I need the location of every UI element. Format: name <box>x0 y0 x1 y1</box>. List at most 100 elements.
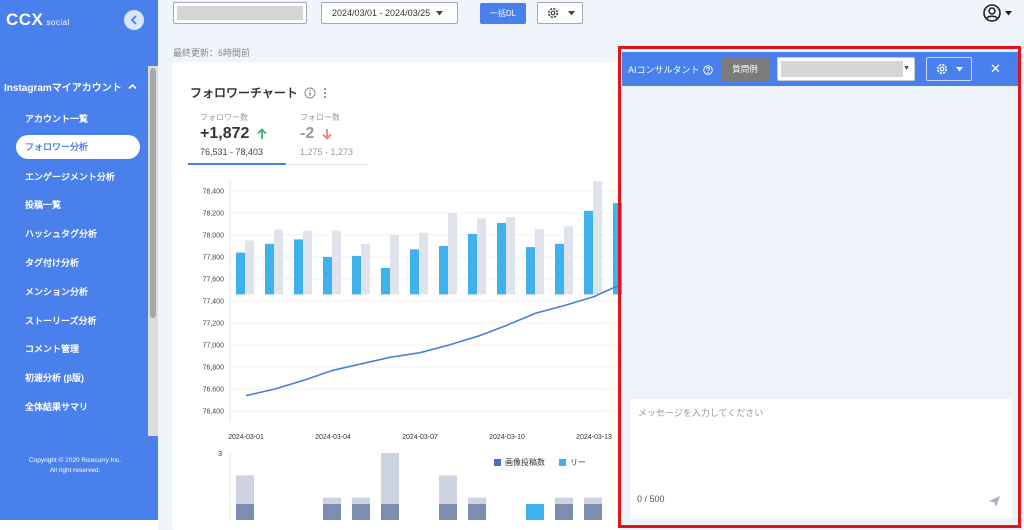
bar-primary <box>584 210 593 295</box>
metric-label: フォロー数 <box>300 113 340 122</box>
follower-line <box>245 282 622 397</box>
bar-secondary <box>448 213 457 295</box>
metric-following[interactable]: フォロー数 -2 1,275 - 1,273 <box>300 112 353 157</box>
bar-secondary <box>303 230 312 295</box>
metric-value-row: +1,872 <box>200 125 268 143</box>
sidebar-item-1[interactable]: フォロワー分析 <box>16 134 140 159</box>
bar-image-posts <box>236 504 254 520</box>
bar-image-posts <box>439 504 457 520</box>
last-updated-text: 最終更新：6時間前 <box>173 48 251 58</box>
ai-consultant-panel: AIコンサルタント 質問例 ▼ ✕ メッセージを入力してください 0 / 500 <box>622 52 1019 522</box>
bulk-download-button[interactable]: 一括DL <box>480 3 526 24</box>
account-select[interactable] <box>173 2 307 24</box>
bar-secondary <box>361 243 370 295</box>
sidebar: CCX social Instagramマイアカウント アカウント一覧 フォロワー分… <box>0 0 158 520</box>
y-tick-label: 77,200 <box>203 321 225 328</box>
sidebar-item-9[interactable]: 初速分析 (β版) <box>0 363 150 392</box>
chevron-up-icon <box>128 83 137 90</box>
sidebar-item-3[interactable]: 投稿一覧 <box>0 191 150 220</box>
sidebar-item-10[interactable]: 全体結果サマリ <box>0 392 150 421</box>
bar-secondary <box>535 229 544 295</box>
x-tick-label: 2024-03-10 <box>489 434 525 441</box>
bar-secondary <box>245 240 254 295</box>
metric-range: 76,531 - 78,403 <box>200 147 264 157</box>
y-tick-label: 77,400 <box>203 299 225 306</box>
caret-down-icon: ▼ <box>903 65 910 72</box>
copyright-line-1: Copyright © 2020 Ricecurry Inc. <box>28 457 122 464</box>
sidebar-item-5[interactable]: タグ付け分析 <box>0 248 150 277</box>
sidebar-item-8[interactable]: コメント管理 <box>0 335 150 364</box>
bar-primary <box>323 257 332 295</box>
metric-followers[interactable]: フォロワー数 +1,872 76,531 - 78,403 <box>200 112 268 157</box>
legend-item-reels[interactable]: リー <box>559 457 586 468</box>
account-select-redacted <box>177 6 303 20</box>
follower-chart: 76,400 76,600 76,800 77,000 77,200 77,400 77,6… <box>203 180 622 441</box>
bar-primary <box>352 255 361 295</box>
caret-down-icon <box>1005 10 1012 15</box>
metric-range: 1,275 - 1,273 <box>300 147 354 157</box>
send-icon[interactable] <box>988 495 1001 508</box>
copyright-line-2: All right reserved. <box>49 467 101 474</box>
bar-secondary <box>332 230 341 295</box>
bar-secondary <box>390 235 399 295</box>
y-tick-label: 77,000 <box>203 343 225 350</box>
x-tick-label: 2024-03-04 <box>315 434 351 441</box>
help-icon[interactable] <box>702 64 713 75</box>
app-logo[interactable]: CCX social <box>6 10 70 30</box>
y-tick-label: 76,800 <box>203 365 225 372</box>
arrow-up-icon <box>257 128 268 139</box>
metric-tab-indicator <box>188 163 286 165</box>
sidebar-section-instagram[interactable]: Instagramマイアカウント <box>4 79 137 94</box>
card-title-text: フォロワーチャート <box>190 86 298 100</box>
bar-image-posts <box>584 504 602 520</box>
info-icon[interactable] <box>304 87 316 99</box>
bar-secondary <box>506 217 515 295</box>
question-select-redacted <box>781 61 903 77</box>
question-example-select[interactable]: ▼ <box>777 57 915 81</box>
sidebar-item-2[interactable]: エンゲージメント分析 <box>0 162 150 191</box>
bar-primary <box>555 243 564 295</box>
y-tick-label: 77,800 <box>203 255 225 262</box>
metric-value: -2 <box>300 125 315 142</box>
bar-primary <box>381 268 390 295</box>
x-tick-label: 2024-03-01 <box>228 434 264 441</box>
bar-image-posts <box>381 504 399 520</box>
x-tick-label: 2024-03-13 <box>576 434 612 441</box>
post-chart-legend: 画像投稿数 リー <box>494 457 586 468</box>
arrow-down-icon <box>322 129 332 140</box>
close-icon[interactable]: ✕ <box>990 61 1001 77</box>
sidebar-item-4[interactable]: ハッシュタグ分析 <box>0 219 150 248</box>
sidebar-item-6[interactable]: メンション分析 <box>0 277 150 306</box>
sidebar-scrollbar-thumb[interactable] <box>150 68 156 318</box>
y-tick-label: 78,200 <box>203 211 225 218</box>
bar-primary <box>410 249 419 295</box>
character-counter: 0 / 500 <box>637 494 665 504</box>
sidebar-item-0[interactable]: アカウント一覧 <box>0 104 150 133</box>
user-avatar-icon <box>983 4 1001 22</box>
ai-panel-title-text: AIコンサルタント <box>628 65 700 75</box>
user-menu[interactable] <box>983 4 1012 22</box>
gear-icon <box>936 63 948 75</box>
sidebar-section-label: Instagramマイアカウント <box>4 83 122 94</box>
bar-secondary <box>419 232 428 295</box>
card-title: フォロワーチャート <box>190 84 328 101</box>
sidebar-item-7[interactable]: ストーリーズ分析 <box>0 306 150 335</box>
more-vertical-icon[interactable] <box>322 87 328 99</box>
bar-secondary <box>274 229 283 295</box>
date-range-value: 2024/03/01 - 2024/03/25 <box>332 8 431 18</box>
legend-item-image-posts[interactable]: 画像投稿数 <box>494 457 545 468</box>
question-example-button[interactable]: 質問例 <box>721 57 769 81</box>
date-range-picker[interactable]: 2024/03/01 - 2024/03/25 <box>321 2 458 24</box>
gear-icon <box>547 7 558 19</box>
copyright: Copyright © 2020 Ricecurry Inc. All righ… <box>0 456 150 476</box>
message-input[interactable]: メッセージを入力してください 0 / 500 <box>630 399 1012 519</box>
y-tick-label: 76,600 <box>203 387 225 394</box>
metric-tab-divider <box>288 164 368 165</box>
bar-primary <box>265 243 274 295</box>
sidebar-collapse-button[interactable] <box>124 10 144 30</box>
bar-secondary <box>564 226 573 295</box>
bar-image-posts <box>555 504 573 520</box>
ai-panel-title: AIコンサルタント <box>628 63 713 76</box>
ai-settings-dropdown-button[interactable] <box>926 57 972 81</box>
settings-dropdown-button[interactable] <box>537 2 583 24</box>
